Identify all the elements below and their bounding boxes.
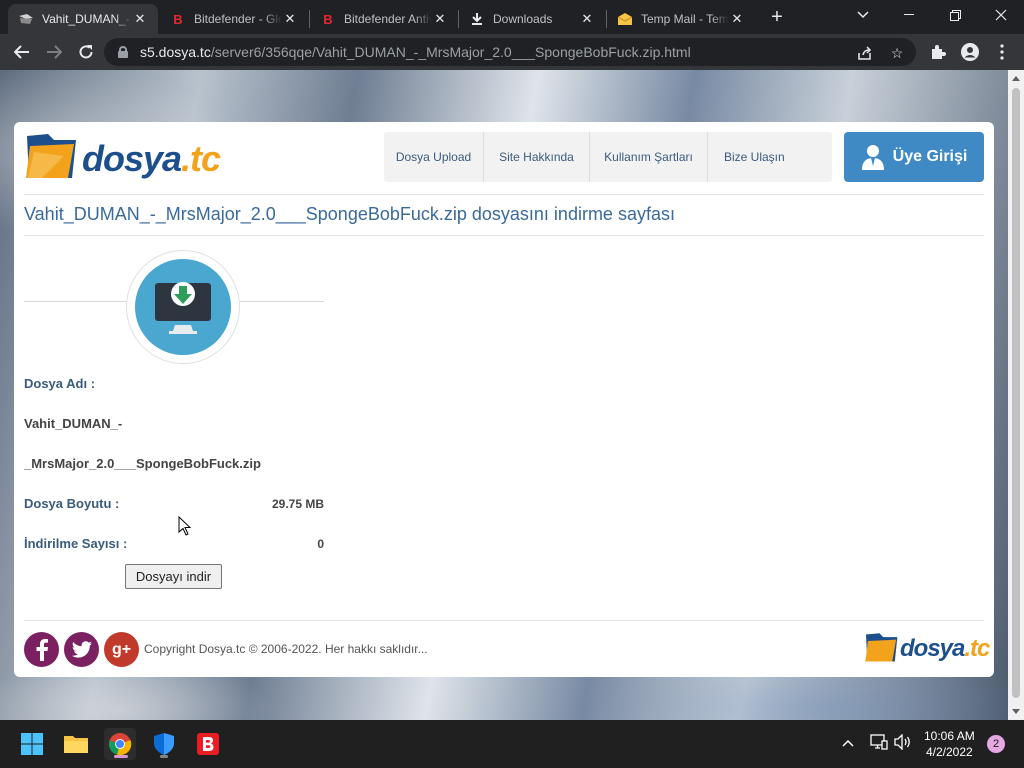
close-tab-icon[interactable]: ✕ bbox=[729, 11, 745, 27]
download-file-button[interactable]: Dosyayı indir bbox=[125, 564, 222, 589]
folder-logo-icon bbox=[26, 134, 76, 178]
nav-dosya-upload[interactable]: Dosya Upload bbox=[384, 132, 484, 182]
shield-icon bbox=[154, 733, 174, 755]
system-clock[interactable]: 10:06 AM 4/2/2022 bbox=[924, 728, 975, 760]
monitor-download-icon bbox=[135, 259, 231, 355]
page-scrollbar[interactable] bbox=[1008, 70, 1024, 720]
member-login-label: Üye Girişi bbox=[892, 148, 968, 165]
bitdefender-favicon-icon: B bbox=[323, 11, 333, 27]
forward-button[interactable] bbox=[42, 40, 66, 64]
tab-downloads[interactable]: Downloads ✕ bbox=[459, 4, 605, 34]
profile-icon[interactable] bbox=[958, 40, 982, 64]
member-login-button[interactable]: Üye Girişi bbox=[844, 132, 984, 182]
copyright-text: Copyright Dosya.tc © 2006-2022. Her hakk… bbox=[144, 642, 428, 656]
scroll-down-icon[interactable] bbox=[1012, 709, 1020, 714]
page-title: Vahit_DUMAN_-_MrsMajor_2.0___SpongeBobFu… bbox=[24, 204, 675, 224]
clock-date: 4/2/2022 bbox=[925, 745, 973, 759]
extensions-icon[interactable] bbox=[926, 40, 950, 64]
header-divider bbox=[24, 194, 984, 195]
file-name-value-line2: _MrsMajor_2.0___SpongeBobFuck.zip bbox=[24, 456, 261, 471]
close-window-button[interactable] bbox=[978, 0, 1024, 30]
back-button[interactable] bbox=[10, 40, 34, 64]
download-graphic bbox=[24, 246, 324, 366]
bitdefender-icon bbox=[197, 733, 219, 755]
download-icon bbox=[469, 11, 485, 27]
main-nav: Dosya Upload Site Hakkında Kullanım Şart… bbox=[384, 132, 832, 182]
start-button[interactable] bbox=[16, 728, 48, 760]
dosya-favicon-icon bbox=[18, 11, 34, 27]
nav-bize-ulasin[interactable]: Bize Ulaşın bbox=[708, 132, 832, 182]
site-logo[interactable]: dosya.tc bbox=[24, 132, 221, 182]
folder-logo-icon bbox=[865, 633, 898, 662]
facebook-icon[interactable] bbox=[24, 632, 59, 667]
tab-temp-mail[interactable]: Temp Mail - Temporary Email ✕ bbox=[607, 4, 755, 34]
reload-button[interactable] bbox=[74, 40, 98, 64]
scroll-up-icon[interactable] bbox=[1012, 76, 1020, 81]
close-tab-icon[interactable]: ✕ bbox=[579, 11, 595, 27]
file-size-value: 29.75 MB bbox=[271, 497, 324, 511]
bookmark-star-icon[interactable]: ☆ bbox=[888, 44, 906, 62]
network-icon[interactable] bbox=[870, 734, 888, 753]
windows-logo-icon bbox=[21, 733, 43, 755]
new-tab-button[interactable]: + bbox=[766, 6, 788, 28]
mouse-cursor-icon bbox=[178, 516, 192, 536]
lock-icon bbox=[118, 46, 128, 58]
clock-time: 10:06 AM bbox=[924, 729, 975, 743]
tab-bitdefender-global[interactable]: B Bitdefender - Global Leader in Cyberse… bbox=[160, 4, 308, 34]
address-bar[interactable]: s5.dosya.tc/server6/356qqe/Vahit_DUMAN_-… bbox=[104, 38, 916, 66]
page-viewport: dosya.tc Dosya Upload Site Hakkında Kull… bbox=[0, 70, 1008, 720]
chrome-icon bbox=[108, 733, 132, 756]
file-explorer-button[interactable] bbox=[60, 728, 92, 760]
url-text: s5.dosya.tc/server6/356qqe/Vahit_DUMAN_-… bbox=[140, 44, 691, 60]
download-count-value: 0 bbox=[317, 537, 324, 551]
tab-dosya[interactable]: Vahit_DUMAN_-_MrsMajor_2.0___SpongeBobFu… bbox=[8, 4, 158, 34]
user-icon bbox=[861, 144, 885, 170]
nav-kullanim-sartlari[interactable]: Kullanım Şartları bbox=[590, 132, 708, 182]
folder-icon bbox=[64, 736, 88, 753]
google-plus-icon[interactable]: g+ bbox=[104, 632, 139, 667]
notification-badge[interactable]: 2 bbox=[987, 735, 1005, 753]
chrome-taskbar-button[interactable] bbox=[104, 728, 136, 760]
restore-button[interactable] bbox=[932, 0, 978, 30]
file-name-label: Dosya Adı : bbox=[24, 376, 96, 391]
close-tab-icon[interactable]: ✕ bbox=[432, 11, 448, 27]
tab-strip: Vahit_DUMAN_-_MrsMajor_2.0___SpongeBobFu… bbox=[0, 0, 1024, 34]
download-card: dosya.tc Dosya Upload Site Hakkında Kull… bbox=[14, 122, 994, 677]
tray-overflow-chevron-icon[interactable] bbox=[842, 734, 854, 750]
minimize-button[interactable] bbox=[886, 0, 932, 30]
download-count-label: İndirilme Sayısı : bbox=[24, 536, 128, 551]
logo-wordmark: dosya.tc bbox=[900, 635, 990, 662]
footer-divider bbox=[24, 620, 984, 621]
mail-favicon-icon bbox=[617, 11, 633, 27]
windows-taskbar: 10:06 AM 4/2/2022 2 bbox=[0, 720, 1024, 768]
scroll-thumb[interactable] bbox=[1012, 88, 1020, 698]
logo-wordmark: dosya.tc bbox=[82, 138, 221, 179]
file-name-value-line1: Vahit_DUMAN_- bbox=[24, 416, 123, 431]
bitdefender-favicon-icon: B bbox=[173, 11, 183, 27]
bitdefender-taskbar-button[interactable] bbox=[192, 728, 224, 760]
twitter-icon[interactable] bbox=[64, 632, 99, 667]
tab-search-chevron-icon[interactable] bbox=[840, 0, 886, 30]
nav-site-hakkinda[interactable]: Site Hakkında bbox=[484, 132, 590, 182]
windows-security-button[interactable] bbox=[148, 728, 180, 760]
title-divider bbox=[24, 235, 984, 236]
volume-icon[interactable] bbox=[894, 733, 912, 753]
close-tab-icon[interactable]: ✕ bbox=[282, 11, 298, 27]
browser-toolbar: s5.dosya.tc/server6/356qqe/Vahit_DUMAN_-… bbox=[0, 34, 1024, 70]
menu-kebab-icon[interactable] bbox=[990, 40, 1014, 64]
share-icon[interactable] bbox=[856, 44, 874, 62]
file-size-label: Dosya Boyutu : bbox=[24, 496, 120, 511]
close-tab-icon[interactable]: ✕ bbox=[132, 11, 148, 27]
footer-logo: dosya.tc bbox=[864, 632, 990, 664]
tab-bitdefender-antivirus[interactable]: B Bitdefender Antivirus ✕ bbox=[310, 4, 458, 34]
